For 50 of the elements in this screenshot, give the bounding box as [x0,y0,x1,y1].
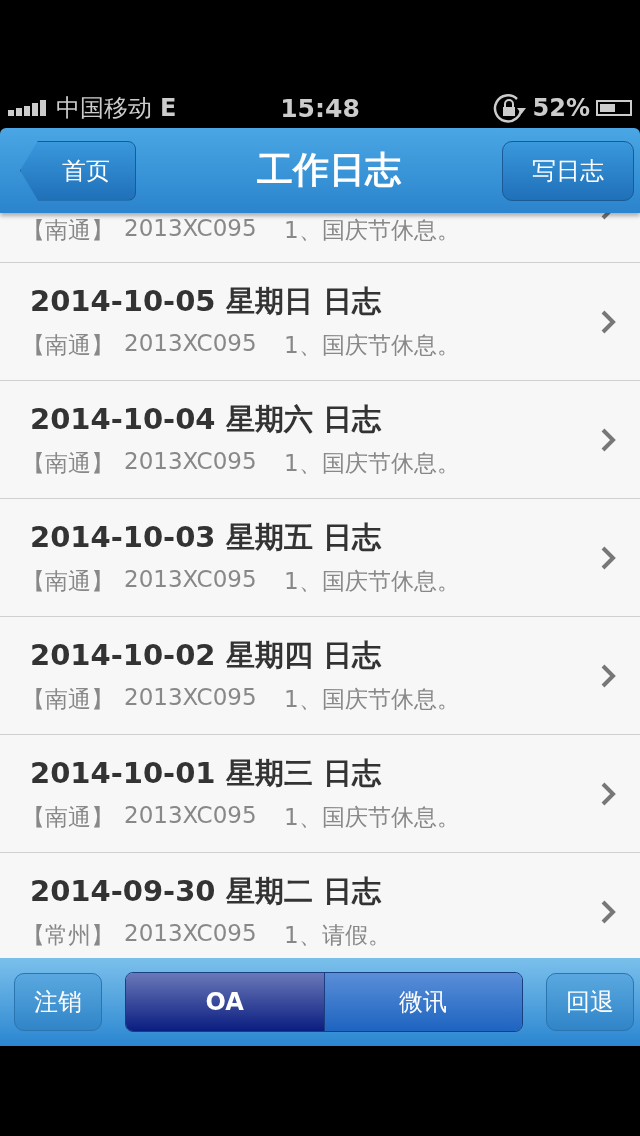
back-button[interactable]: 首页 [20,140,136,201]
chevron-icon [600,426,616,453]
log-summary: 1、国庆节休息。 [284,449,460,478]
chevron-icon [600,544,616,571]
project-code: 2013XC095 [124,566,258,594]
rotation-lock-icon [492,93,527,123]
segment-tab[interactable]: 微讯 [323,973,522,1031]
log-title: 2014-10-04 星期六 日志 [30,401,382,438]
log-title: 2014-10-03 星期五 日志 [30,519,382,556]
chevron-icon [600,308,616,335]
city-label: 【南通】 [22,803,115,832]
log-summary: 1、国庆节休息。 [284,216,460,245]
carrier-name: 中国移动 [56,93,152,124]
project-code: 2013XC095 [124,802,258,830]
log-list-item[interactable]: 2014-10-01 星期三 日志 【南通】 2013XC095 1、国庆节休息。 [0,735,640,853]
log-list-item[interactable]: 2014-10-02 星期四 日志 【南通】 2013XC095 1、国庆节休息。 [0,617,640,735]
battery-percent: 52% [532,94,590,122]
log-summary: 1、国庆节休息。 [284,567,460,596]
log-list-item[interactable]: 2014-10-04 星期六 日志 【南通】 2013XC095 1、国庆节休息。 [0,381,640,499]
signal-icon [8,100,48,116]
city-label: 【南通】 [22,216,115,245]
log-title: 2014-09-30 星期二 日志 [30,873,382,910]
city-label: 【南通】 [22,449,115,478]
log-list-item[interactable]: 2014-10-03 星期五 日志 【南通】 2013XC095 1、国庆节休息。 [0,499,640,617]
chevron-icon [600,662,616,689]
network-type: E [160,94,177,122]
city-label: 【常州】 [22,921,115,950]
battery-icon [596,100,632,116]
city-label: 【南通】 [22,685,115,714]
project-code: 2013XC095 [124,215,258,243]
log-summary: 1、国庆节休息。 [284,803,460,832]
log-summary: 1、请假。 [284,921,391,950]
project-code: 2013XC095 [124,684,258,712]
chevron-icon [600,780,616,807]
segment-tab[interactable]: OA [126,973,324,1031]
project-code: 2013XC095 [124,920,258,948]
log-title: 2014-10-01 星期三 日志 [30,755,382,792]
log-summary: 1、国庆节休息。 [284,331,460,360]
project-code: 2013XC095 [124,330,258,358]
log-list-item[interactable]: 2014-10-05 星期日 日志 【南通】 2013XC095 1、国庆节休息。 [0,263,640,381]
log-title: 2014-10-05 星期日 日志 [30,283,382,320]
log-title: 2014-10-02 星期四 日志 [30,637,382,674]
project-code: 2013XC095 [124,448,258,476]
city-label: 【南通】 [22,567,115,596]
chevron-icon [600,898,616,925]
log-summary: 1、国庆节休息。 [284,685,460,714]
clock: 15:48 [280,93,360,123]
page-title: 工作日志 [257,148,401,192]
write-log-button[interactable]: 写日志 [502,140,634,201]
city-label: 【南通】 [22,331,115,360]
